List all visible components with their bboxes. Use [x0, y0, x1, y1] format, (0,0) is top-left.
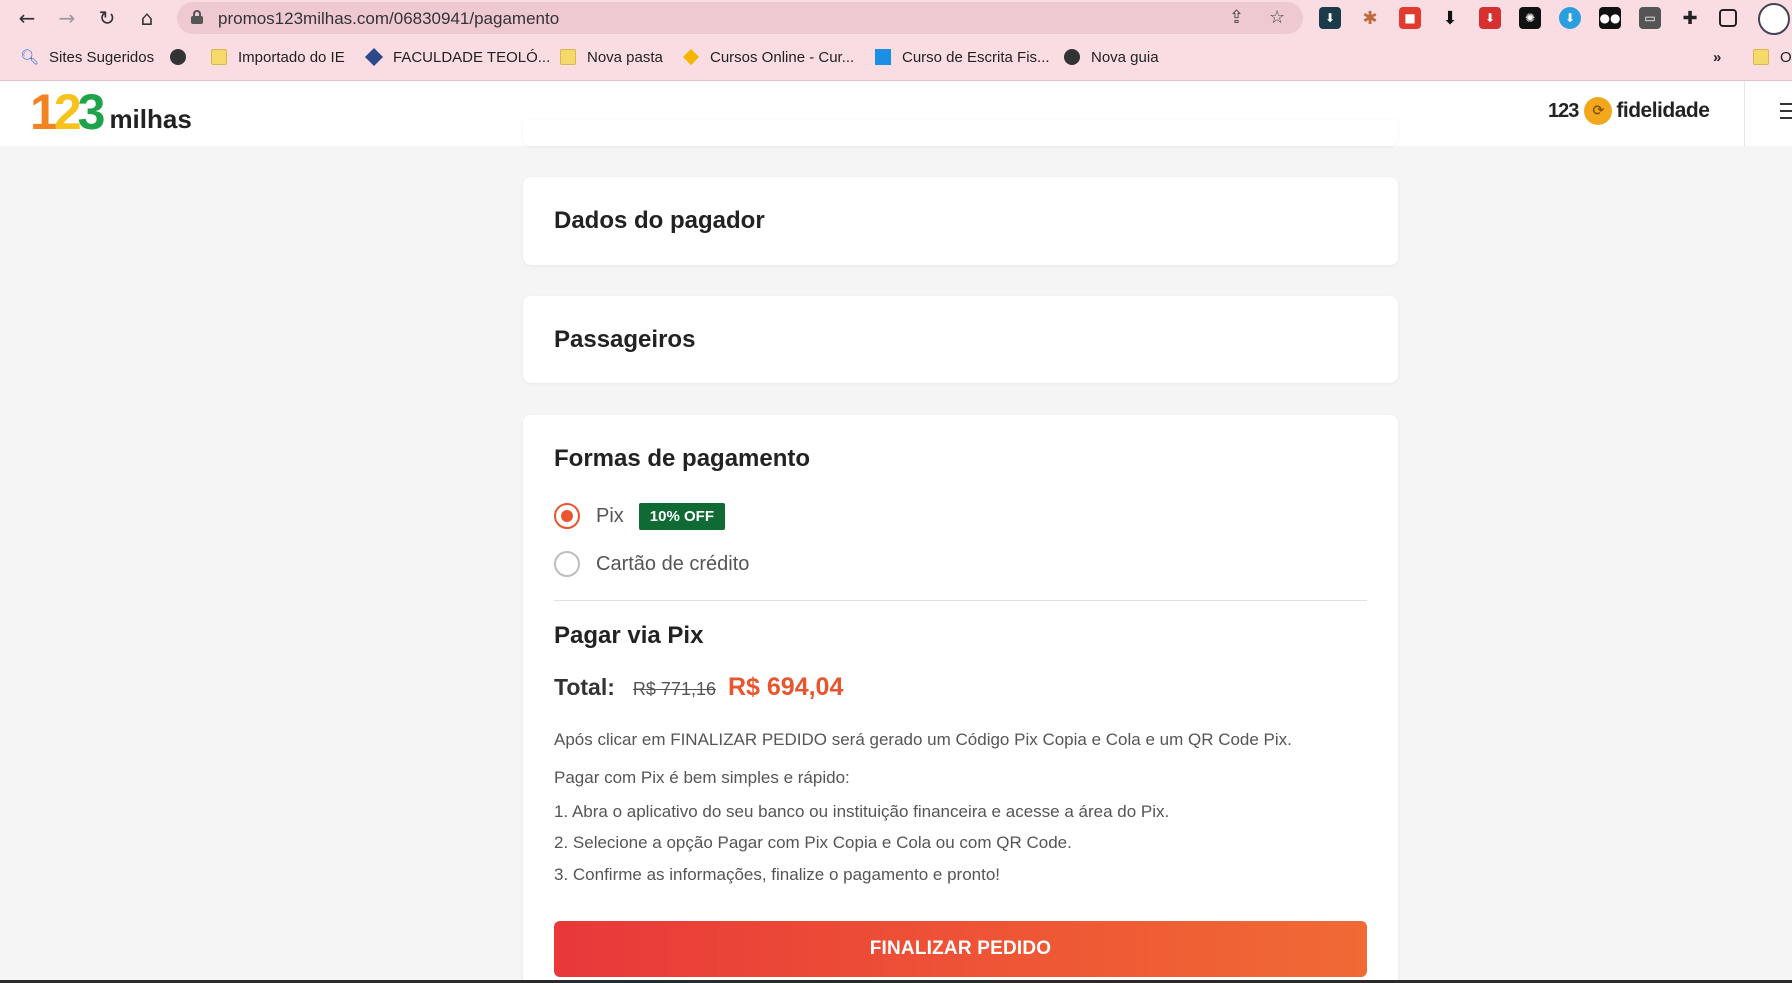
pix-step-2: 2. Selecione a opção Pagar com Pix Copia… [554, 833, 1072, 852]
browser-toolbar: ← → ↻ ⌂ promos123milhas.com/06830941/pag… [0, 0, 1792, 36]
logo-123milhas[interactable]: 1 2 3 milhas [30, 84, 192, 140]
folder-icon [560, 49, 576, 65]
fidelidade-number: 123 [1548, 99, 1579, 122]
extension-openai-icon[interactable]: ✺ [1519, 7, 1541, 29]
profile-avatar[interactable] [1758, 3, 1790, 35]
sidebar-icon[interactable] [1719, 9, 1737, 27]
payment-card: Formas de pagamento Pix 10% OFF Cartão d… [523, 415, 1398, 983]
globe-icon [170, 49, 186, 65]
payer-title: Dados do pagador [554, 207, 765, 234]
pix-label: Pix [596, 504, 624, 527]
extension-red-download-icon[interactable]: ⬇ [1479, 7, 1501, 29]
site-icon [875, 49, 891, 65]
extension-download-icon[interactable]: ⬇ [1319, 7, 1341, 29]
folder-icon [211, 49, 227, 65]
bookmark-cursos-online[interactable]: Cursos Online - Cur... [683, 44, 854, 70]
fidelidade-logo[interactable]: 123 ⟳ fidelidade [1548, 95, 1710, 127]
header-divider [1744, 81, 1745, 146]
payment-option-pix[interactable]: Pix 10% OFF [554, 502, 725, 530]
new-price: R$ 694,04 [727, 673, 844, 701]
fidelidade-word: fidelidade [1616, 99, 1710, 122]
reload-icon[interactable]: ↻ [93, 4, 121, 32]
total-label: Total: [554, 674, 615, 700]
discount-badge: 10% OFF [638, 502, 725, 530]
forward-icon[interactable]: → [53, 4, 81, 32]
extension-blue-download-icon[interactable]: ⬇ [1559, 7, 1581, 29]
pix-title: Pagar via Pix [554, 622, 704, 649]
payment-divider [554, 600, 1367, 601]
menu-icon[interactable] [1780, 103, 1792, 121]
total-row: Total: R$ 771,16 R$ 694,04 [554, 673, 843, 702]
extension-shopping-icon[interactable]: ■ [1399, 7, 1421, 29]
bookmark-nova-pasta[interactable]: Nova pasta [560, 44, 663, 70]
share-icon[interactable]: ⇪ [1229, 7, 1244, 28]
address-bar[interactable]: promos123milhas.com/06830941/pagamento ⇪… [177, 2, 1303, 34]
credit-card-radio[interactable] [554, 551, 580, 577]
logo-word: milhas [109, 104, 192, 134]
bookmark-globe[interactable] [170, 44, 197, 70]
folder-icon [1753, 49, 1769, 65]
home-icon[interactable]: ⌂ [133, 4, 161, 32]
bookmark-nova-guia[interactable]: Nova guia [1064, 44, 1159, 70]
old-price: R$ 771,16 [632, 679, 716, 699]
pix-radio[interactable] [554, 503, 580, 529]
previous-card [523, 120, 1398, 146]
logo-digit-1: 1 [30, 84, 58, 140]
site-icon [683, 49, 699, 65]
payer-card[interactable]: Dados do pagador [523, 177, 1398, 265]
credit-card-label: Cartão de crédito [596, 552, 750, 575]
bookmarks-bar: 🔍︎ Sites Sugeridos Importado do IE FACUL… [0, 44, 1792, 70]
logo-digit-3: 3 [77, 84, 106, 140]
payment-option-credit-card[interactable]: Cartão de crédito [554, 550, 749, 578]
search-icon: 🔍︎ [20, 48, 40, 66]
bookmark-icon [364, 47, 384, 67]
pix-step-3: 3. Confirme as informações, finalize o p… [554, 865, 1001, 884]
finalizar-pedido-button[interactable]: FINALIZAR PEDIDO [554, 921, 1367, 977]
pix-intro-text: Pagar com Pix é bem simples e rápido: [554, 768, 850, 787]
star-icon[interactable]: ☆ [1269, 7, 1285, 28]
lock-icon [191, 10, 203, 24]
coin-icon: ⟳ [1584, 97, 1613, 125]
passengers-card[interactable]: Passageiros [523, 296, 1398, 383]
browser-chrome: ← → ↻ ⌂ promos123milhas.com/06830941/pag… [0, 0, 1792, 81]
passengers-title: Passageiros [554, 326, 696, 353]
back-icon[interactable]: ← [13, 4, 41, 32]
globe-icon [1064, 49, 1080, 65]
extension-glasses-icon[interactable]: ●● [1599, 7, 1621, 29]
url-text[interactable]: promos123milhas.com/06830941/pagamento [218, 9, 559, 29]
bookmark-o[interactable]: O [1753, 44, 1792, 70]
bookmark-importado-ie[interactable]: Importado do IE [211, 44, 345, 70]
more-bookmarks-button[interactable]: » [1713, 44, 1721, 70]
bookmark-faculdade[interactable]: FACULDADE TEOLÓ... [364, 44, 550, 70]
pix-info-text: Após clicar em FINALIZAR PEDIDO será ger… [554, 730, 1292, 749]
logo-digit-2: 2 [53, 84, 82, 140]
payment-title: Formas de pagamento [554, 445, 811, 472]
bookmark-curso-escrita[interactable]: Curso de Escrita Fis... [875, 44, 1050, 70]
bookmark-sites-sugeridos[interactable]: 🔍︎ Sites Sugeridos [20, 44, 154, 70]
extension-screen-icon[interactable]: ▭ [1639, 7, 1661, 29]
pix-step-1: 1. Abra o aplicativo do seu banco ou ins… [554, 802, 1170, 821]
extension-arrow-icon[interactable]: ⬇ [1439, 7, 1461, 29]
puzzle-icon[interactable]: ✚ [1679, 7, 1701, 29]
extension-tool-icon[interactable]: ✱ [1359, 7, 1381, 29]
